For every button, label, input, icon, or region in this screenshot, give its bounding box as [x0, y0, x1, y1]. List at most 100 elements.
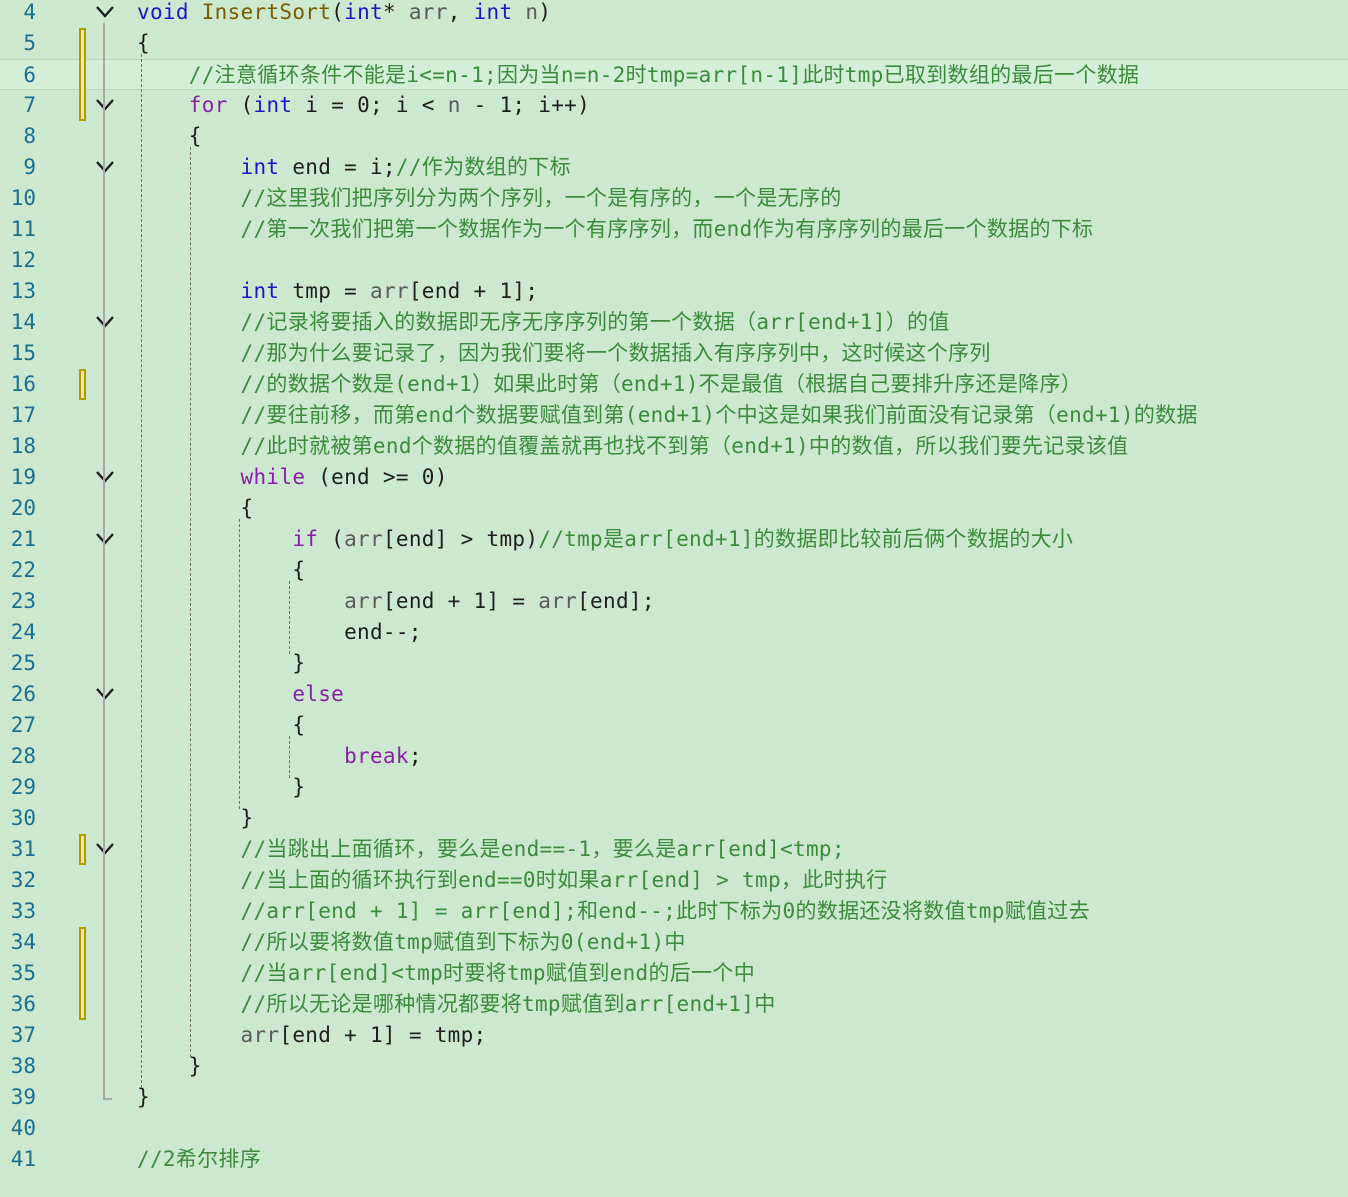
code-token: arr	[538, 589, 578, 613]
line-number: 38	[10, 1054, 36, 1078]
line-number: 5	[23, 31, 36, 55]
code-line[interactable]: 35 //当arr[end]<tmp时要将tmp赋值到end的后一个中	[0, 958, 1348, 989]
code-text: int tmp = arr[end + 1];	[137, 276, 538, 307]
code-token: {	[137, 496, 254, 520]
code-line[interactable]: 7 for (int i = 0; i < n - 1; i++)	[0, 90, 1348, 121]
line-number: 26	[10, 682, 36, 706]
fold-toggle-icon[interactable]	[94, 466, 116, 488]
code-line[interactable]: 40	[0, 1113, 1348, 1144]
code-line[interactable]: 15 //那为什么要记录了，因为我们要将一个数据插入有序序列中，这时候这个序列	[0, 338, 1348, 369]
code-line[interactable]: 20 {	[0, 493, 1348, 524]
code-line[interactable]: 19 while (end >= 0)	[0, 462, 1348, 493]
fold-toggle-icon[interactable]	[94, 838, 116, 860]
code-line[interactable]: 28 break;	[0, 741, 1348, 772]
code-text: //2希尔排序	[137, 1144, 261, 1175]
code-line[interactable]: 6 //注意循环条件不能是i<=n-1;因为当n=n-2时tmp=arr[n-1…	[0, 59, 1348, 90]
code-token: arr	[370, 279, 409, 303]
code-text: if (arr[end] > tmp)//tmp是arr[end+1]的数据即比…	[137, 524, 1073, 555]
code-text: }	[137, 772, 305, 803]
editor-surface[interactable]: 4 void InsertSort(int* arr, int n) 5{6 //注…	[0, 0, 1348, 1197]
code-line[interactable]: 34 //所以要将数值tmp赋值到下标为0(end+1)中	[0, 927, 1348, 958]
code-line[interactable]: 11 //第一次我们把第一个数据作为一个有序序列，而end作为有序序列的最后一个…	[0, 214, 1348, 245]
code-line[interactable]: 29 }	[0, 772, 1348, 803]
line-number: 31	[10, 837, 36, 861]
code-token: int	[253, 93, 293, 117]
code-token: int	[240, 279, 280, 303]
code-token: arr	[240, 1023, 280, 1047]
line-number: 9	[23, 155, 36, 179]
code-text: }	[137, 803, 254, 834]
code-line[interactable]: 31 //当跳出上面循环，要么是end==-1，要么是arr[end]<tmp;	[0, 834, 1348, 865]
code-line[interactable]: 32 //当上面的循环执行到end==0时如果arr[end] > tmp，此时…	[0, 865, 1348, 896]
code-token: }	[137, 806, 254, 830]
code-line[interactable]: 23 arr[end + 1] = arr[end];	[0, 586, 1348, 617]
code-line[interactable]: 39}	[0, 1082, 1348, 1113]
code-line[interactable]: 37 arr[end + 1] = tmp;	[0, 1020, 1348, 1051]
code-token: (	[227, 93, 254, 117]
code-line[interactable]: 10 //这里我们把序列分为两个序列，一个是有序的，一个是无序的	[0, 183, 1348, 214]
code-line[interactable]: 14 //记录将要插入的数据即无序无序序列的第一个数据（arr[end+1]）的…	[0, 307, 1348, 338]
line-number: 36	[10, 992, 36, 1016]
code-token: int	[240, 155, 280, 179]
code-line[interactable]: 16 //的数据个数是(end+1）如果此时第（end+1)不是最值（根据自己要…	[0, 369, 1348, 400]
code-token: //2希尔排序	[137, 1147, 262, 1171]
code-line[interactable]: 33 //arr[end + 1] = arr[end];和end--;此时下标…	[0, 896, 1348, 927]
code-token: //作为数组的下标	[395, 155, 571, 179]
fold-toggle-icon[interactable]	[94, 1, 116, 23]
code-line[interactable]: 21 if (arr[end] > tmp)//tmp是arr[end+1]的数…	[0, 524, 1348, 555]
code-line[interactable]: 17 //要往前移，而第end个数据要赋值到第(end+1)个中这是如果我们前面…	[0, 400, 1348, 431]
indent-guide	[190, 147, 192, 1057]
line-number: 6	[23, 63, 36, 87]
code-line[interactable]: 18 //此时就被第end个数据的值覆盖就再也找不到第（end+1)中的数值，所…	[0, 431, 1348, 462]
code-text: {	[137, 493, 254, 524]
code-text: while (end >= 0)	[137, 462, 448, 493]
code-line[interactable]: 27 {	[0, 710, 1348, 741]
code-line[interactable]: 5{	[0, 28, 1348, 59]
code-token: //这里我们把序列分为两个序列，一个是有序的，一个是无序的	[137, 186, 842, 210]
code-line[interactable]: 22 {	[0, 555, 1348, 586]
fold-toggle-icon[interactable]	[94, 156, 116, 178]
code-line[interactable]: 26 else	[0, 679, 1348, 710]
code-line[interactable]: 41 //2希尔排序	[0, 1144, 1348, 1175]
code-line[interactable]: 30 }	[0, 803, 1348, 834]
code-token: else	[292, 682, 345, 706]
code-text: else	[137, 679, 344, 710]
line-number: 8	[23, 124, 36, 148]
change-marker	[79, 989, 86, 1020]
code-line[interactable]: 9 int end = i;//作为数组的下标	[0, 152, 1348, 183]
line-number: 17	[10, 403, 36, 427]
code-token: {	[137, 558, 306, 582]
code-token: arr	[344, 527, 383, 551]
code-token: [end + 1] =	[382, 589, 539, 613]
code-line[interactable]: 25 }	[0, 648, 1348, 679]
code-token: - 1; i++)	[460, 93, 591, 117]
code-text: for (int i = 0; i < n - 1; i++)	[137, 90, 590, 121]
code-line[interactable]: 13 int tmp = arr[end + 1];	[0, 276, 1348, 307]
code-token: //所以要将数值tmp赋值到下标为0(end+1)中	[137, 930, 686, 954]
code-line[interactable]: 8 {	[0, 121, 1348, 152]
line-number: 39	[10, 1085, 36, 1109]
code-text: arr[end + 1] = arr[end];	[137, 586, 655, 617]
fold-toggle-icon[interactable]	[94, 311, 116, 333]
code-line[interactable]: 36 //所以无论是哪种情况都要将tmp赋值到arr[end+1]中	[0, 989, 1348, 1020]
fold-toggle-icon[interactable]	[94, 683, 116, 705]
code-token: //此时就被第end个数据的值覆盖就再也找不到第（end+1)中的数值，所以我们…	[137, 434, 1129, 458]
code-line[interactable]: 12	[0, 245, 1348, 276]
code-line[interactable]: 38 }	[0, 1051, 1348, 1082]
line-number: 16	[10, 372, 36, 396]
code-text: {	[137, 710, 305, 741]
fold-toggle-icon[interactable]	[94, 528, 116, 550]
code-token: {	[137, 713, 306, 737]
code-line[interactable]: 24 end--;	[0, 617, 1348, 648]
line-number: 19	[10, 465, 36, 489]
line-number: 20	[10, 496, 36, 520]
code-text: //注意循环条件不能是i<=n-1;因为当n=n-2时tmp=arr[n-1]此…	[137, 60, 1139, 91]
fold-toggle-icon[interactable]	[94, 94, 116, 116]
code-line[interactable]: 4 void InsertSort(int* arr, int n)	[0, 0, 1348, 28]
